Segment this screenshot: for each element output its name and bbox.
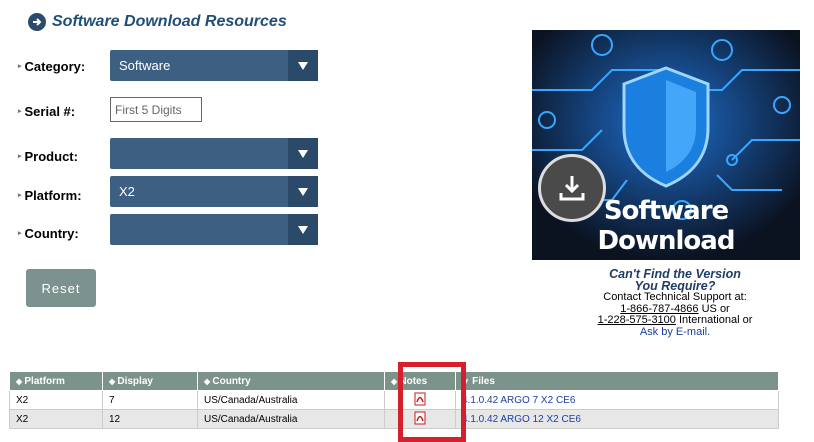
country-label-text: Country: bbox=[24, 225, 79, 241]
platform-label: ▸ Platform: bbox=[18, 187, 82, 203]
page-title-container: Software Download Resources bbox=[28, 10, 287, 34]
phone-us-suffix: US or bbox=[698, 302, 730, 315]
column-header-files[interactable]: ▼ Files bbox=[455, 371, 779, 391]
bullet-icon: ▸ bbox=[18, 192, 22, 199]
banner-text: Software Download bbox=[597, 196, 736, 256]
column-header-country[interactable]: ◆ Country bbox=[197, 371, 385, 391]
table-header-row: ◆ Platform ◆ Display ◆ Country ◆ Notes ▼… bbox=[9, 371, 779, 391]
country-select[interactable] bbox=[110, 214, 318, 245]
table-row: X2 12 US/Canada/Australia 4.1.0.42 ARGO … bbox=[9, 409, 779, 429]
page-title: Software Download Resources bbox=[52, 13, 287, 30]
chevron-down-icon[interactable] bbox=[288, 50, 318, 81]
category-label-text: Category: bbox=[24, 58, 86, 74]
cell-platform: X2 bbox=[9, 390, 103, 410]
serial-input[interactable] bbox=[110, 97, 202, 122]
platform-select-value: X2 bbox=[119, 184, 135, 199]
notes-highlight-box bbox=[398, 362, 466, 442]
column-header-display[interactable]: ◆ Display bbox=[102, 371, 198, 391]
file-link[interactable]: 4.1.0.42 ARGO 12 X2 CE6 bbox=[455, 409, 779, 429]
platform-label-text: Platform: bbox=[24, 187, 82, 203]
bullet-icon: ▸ bbox=[18, 108, 22, 115]
column-header-platform[interactable]: ◆ Platform bbox=[9, 371, 103, 391]
bullet-icon: ▸ bbox=[18, 230, 22, 237]
product-label-text: Product: bbox=[24, 148, 78, 164]
circle-arrow-right-icon bbox=[28, 13, 46, 31]
serial-label: ▸ Serial #: bbox=[18, 103, 75, 119]
platform-select[interactable]: X2 bbox=[110, 176, 318, 207]
bullet-icon: ▸ bbox=[18, 153, 22, 160]
cell-display: 12 bbox=[102, 409, 198, 429]
cell-platform: X2 bbox=[9, 409, 103, 429]
bullet-icon: ▸ bbox=[18, 63, 22, 70]
cell-display: 7 bbox=[102, 390, 198, 410]
email-link[interactable]: Ask by E-mail. bbox=[560, 326, 790, 339]
phone-intl-link[interactable]: 1-228-575-3100 bbox=[598, 314, 676, 326]
cell-country: US/Canada/Australia bbox=[197, 409, 385, 429]
reset-button[interactable]: Reset bbox=[26, 269, 96, 307]
category-select-value: Software bbox=[119, 58, 171, 73]
cell-country: US/Canada/Australia bbox=[197, 390, 385, 410]
category-select[interactable]: Software bbox=[110, 50, 318, 81]
chevron-down-icon[interactable] bbox=[288, 176, 318, 207]
phone-us-link[interactable]: 1-866-787-4866 bbox=[620, 303, 698, 315]
category-label: ▸ Category: bbox=[18, 58, 85, 74]
chevron-down-icon[interactable] bbox=[288, 214, 318, 245]
support-phone-intl-line: 1-228-575-3100 International or bbox=[560, 314, 790, 327]
software-download-banner: Software Download bbox=[532, 30, 800, 260]
support-block: Can't Find the Version You Require? Cont… bbox=[560, 268, 790, 338]
file-link[interactable]: 4.1.0.42 ARGO 7 X2 CE6 bbox=[455, 390, 779, 410]
product-select[interactable] bbox=[110, 138, 318, 169]
table-row: X2 7 US/Canada/Australia 4.1.0.42 ARGO 7… bbox=[9, 390, 779, 410]
serial-label-text: Serial #: bbox=[24, 103, 76, 119]
country-label: ▸ Country: bbox=[18, 225, 79, 241]
product-label: ▸ Product: bbox=[18, 148, 78, 164]
results-table: ◆ Platform ◆ Display ◆ Country ◆ Notes ▼… bbox=[9, 371, 779, 429]
chevron-down-icon[interactable] bbox=[288, 138, 318, 169]
phone-intl-suffix: International or bbox=[675, 314, 753, 326]
